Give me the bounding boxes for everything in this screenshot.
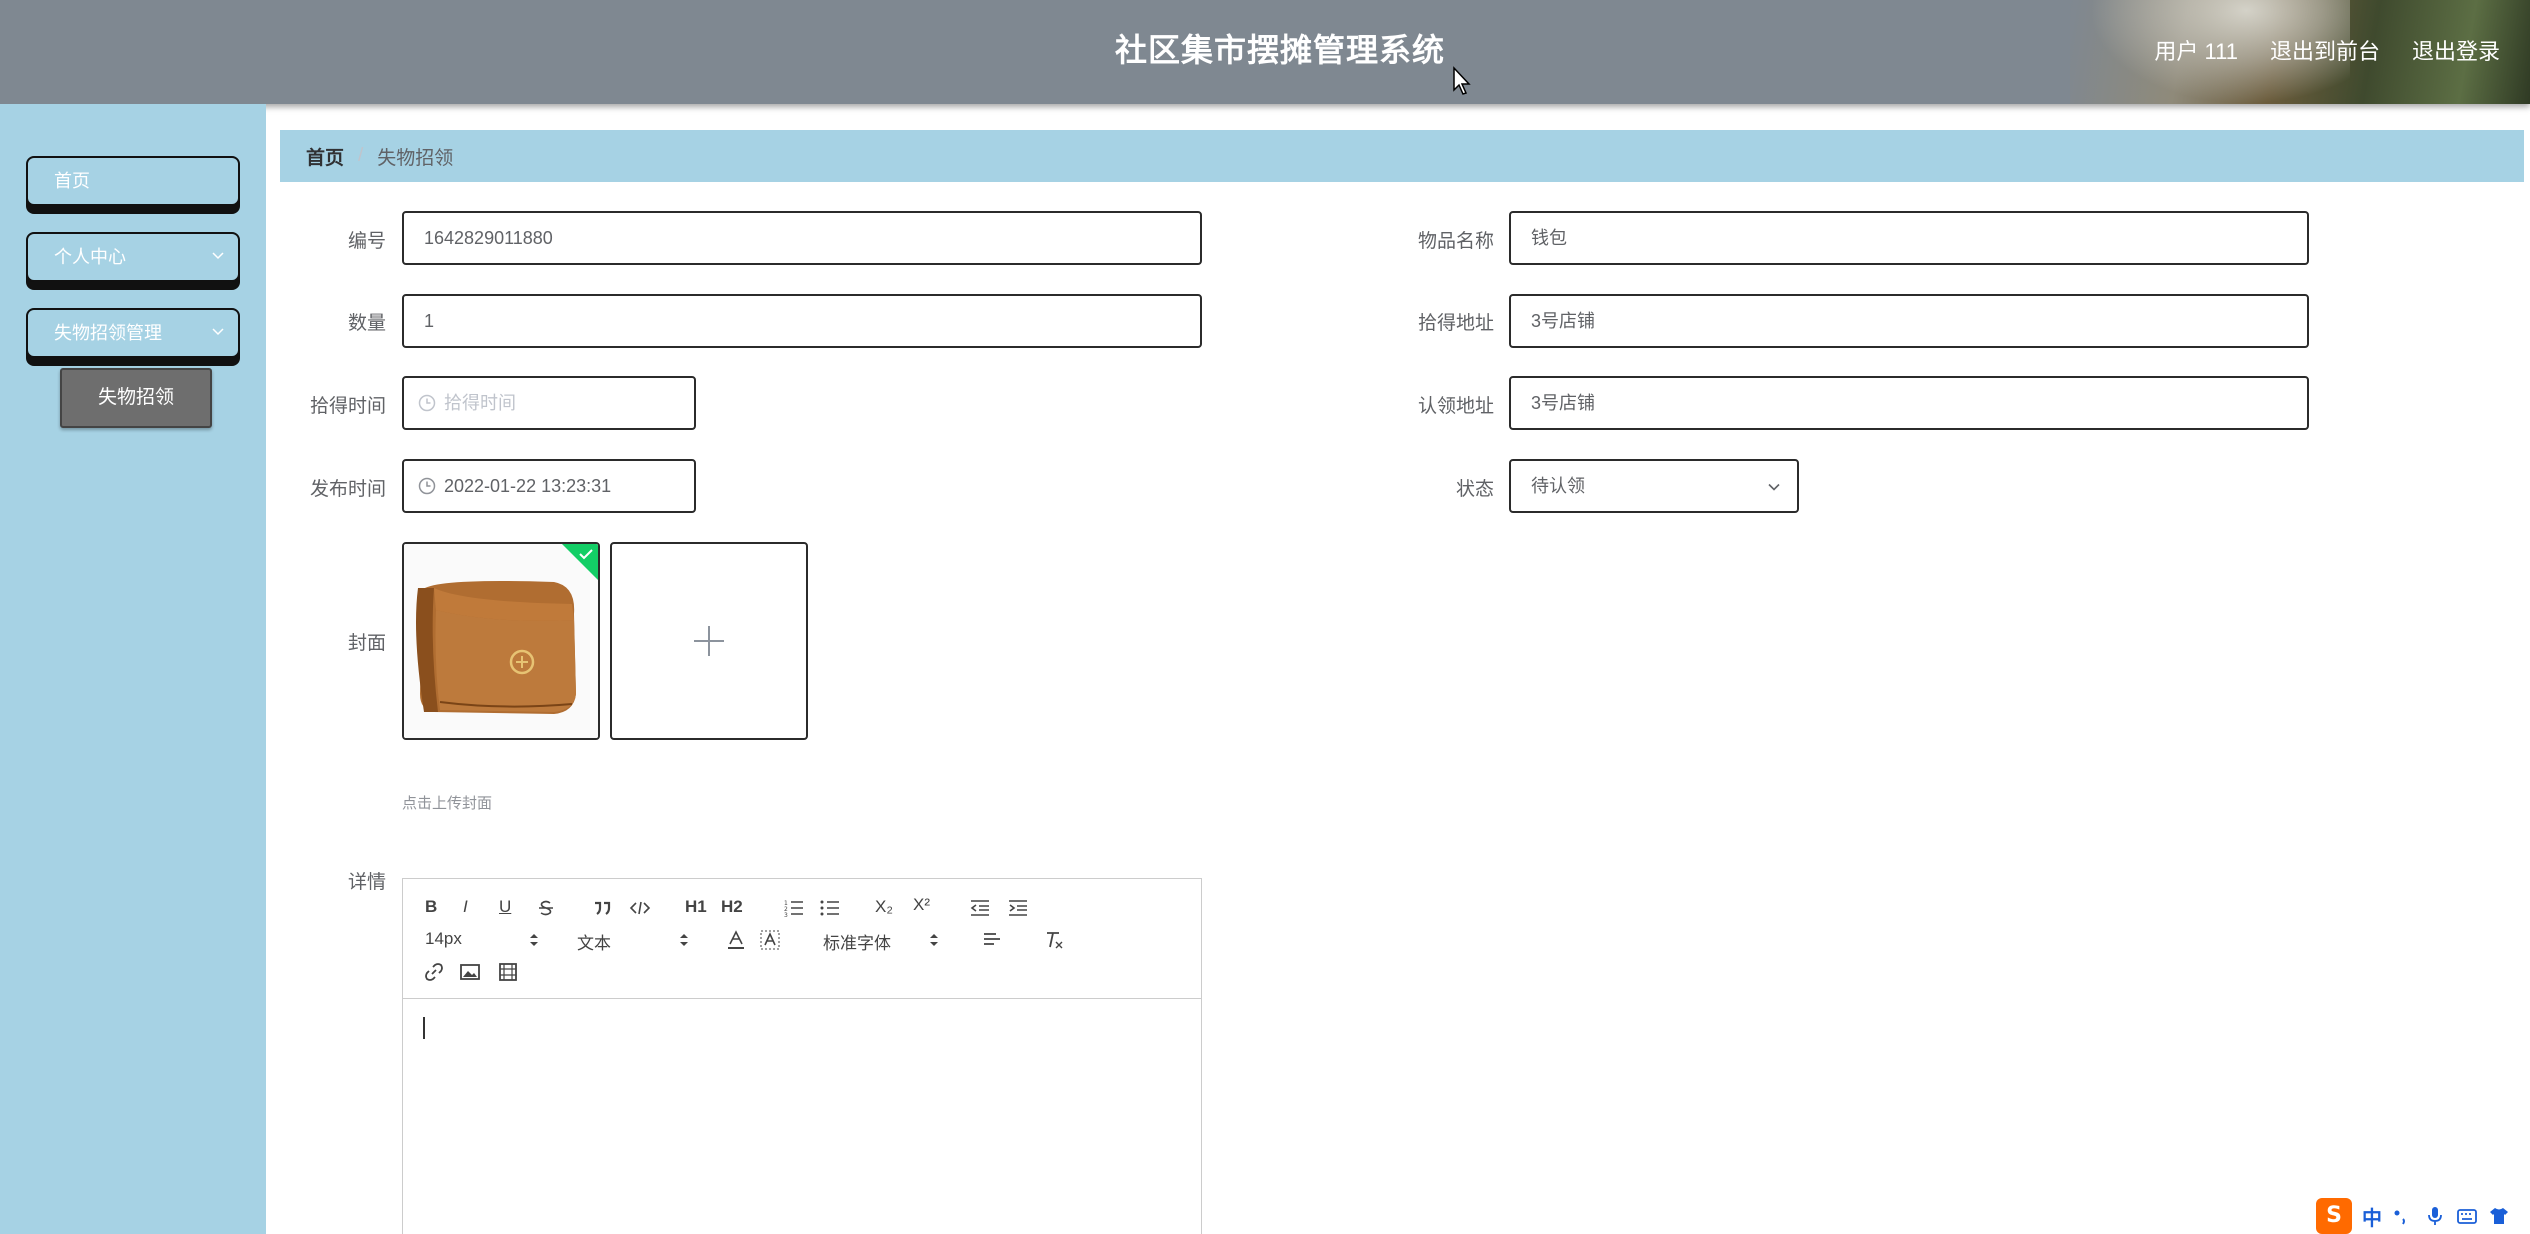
detail-label: 详情 bbox=[347, 872, 386, 893]
chevron-down-icon bbox=[212, 252, 224, 260]
font-size-select[interactable]: 14px bbox=[425, 929, 462, 949]
clock-icon bbox=[418, 394, 436, 412]
font-family-select[interactable]: 标准字体 bbox=[823, 929, 891, 954]
bold-button[interactable]: B bbox=[425, 897, 437, 917]
item-name-label: 物品名称 bbox=[1417, 231, 1494, 252]
found-time-picker[interactable]: 拾得时间 bbox=[402, 376, 696, 430]
clock-icon bbox=[418, 477, 436, 495]
ime-toolbar: S 中 bbox=[2316, 1198, 2530, 1234]
indent-icon[interactable] bbox=[1007, 897, 1029, 919]
chevron-down-icon bbox=[212, 328, 224, 336]
heading2-button[interactable]: H2 bbox=[721, 897, 743, 917]
publish-time-value: 2022-01-22 13:23:31 bbox=[444, 476, 612, 496]
svg-text:3: 3 bbox=[784, 912, 788, 919]
breadcrumb-separator: / bbox=[358, 145, 364, 166]
sidebar-item-personal-center[interactable]: 个人中心 bbox=[26, 232, 240, 282]
exit-to-frontend-link[interactable]: 退出到前台 bbox=[2270, 34, 2380, 66]
sidebar-item-label: 失物招领管理 bbox=[54, 323, 162, 343]
ime-language-toggle[interactable]: 中 bbox=[2362, 1202, 2382, 1231]
font-color-icon[interactable] bbox=[725, 929, 747, 951]
editor-toolbar: B I U H1 H2 123 X₂ X² 14px 文本 标准字体 bbox=[403, 879, 1201, 999]
sidebar: 首页 个人中心 失物招领管理 失物招领 bbox=[0, 104, 266, 1234]
current-user: 用户 111 bbox=[2154, 39, 2238, 64]
cover-upload-tip: 点击上传封面 bbox=[402, 795, 493, 812]
publish-time-picker[interactable]: 2022-01-22 13:23:31 bbox=[402, 459, 696, 513]
select-updown-icon bbox=[930, 934, 938, 946]
text-caret bbox=[423, 1017, 425, 1039]
header-actions: 用户 111 退出到前台 退出登录 bbox=[2154, 0, 2500, 100]
clear-format-icon[interactable] bbox=[1043, 929, 1065, 951]
quantity-field[interactable]: 1 bbox=[402, 294, 1202, 348]
video-icon[interactable] bbox=[497, 961, 519, 983]
found-address-field[interactable]: 3号店铺 bbox=[1509, 294, 2309, 348]
sidebar-item-lost-found-management[interactable]: 失物招领管理 bbox=[26, 308, 240, 358]
select-updown-icon bbox=[680, 934, 688, 946]
top-header: 社区集市摆摊管理系统 用户 111 退出到前台 退出登录 bbox=[0, 0, 2530, 104]
blockquote-icon[interactable] bbox=[591, 897, 613, 919]
publish-time-label: 发布时间 bbox=[309, 479, 386, 500]
heading1-button[interactable]: H1 bbox=[685, 897, 707, 917]
check-icon bbox=[579, 549, 593, 560]
logout-link[interactable]: 退出登录 bbox=[2412, 34, 2500, 66]
strikethrough-icon[interactable] bbox=[535, 897, 557, 919]
claim-address-label: 认领地址 bbox=[1417, 396, 1494, 417]
background-color-icon[interactable] bbox=[759, 929, 781, 951]
breadcrumb-current: 失物招领 bbox=[377, 147, 454, 169]
link-icon[interactable] bbox=[423, 961, 445, 983]
cover-image-thumbnail[interactable] bbox=[402, 542, 600, 740]
skin-icon[interactable] bbox=[2488, 1205, 2510, 1227]
align-left-icon[interactable] bbox=[981, 929, 1003, 951]
breadcrumb: 首页 / 失物招领 bbox=[280, 130, 2524, 182]
keyboard-icon[interactable] bbox=[2456, 1205, 2478, 1227]
subscript-button[interactable]: X₂ bbox=[875, 897, 893, 917]
italic-button[interactable]: I bbox=[463, 897, 468, 917]
sidebar-item-label: 个人中心 bbox=[54, 247, 126, 267]
found-time-label: 拾得时间 bbox=[309, 396, 386, 417]
select-updown-icon bbox=[530, 934, 538, 946]
item-name-field[interactable]: 钱包 bbox=[1509, 211, 2309, 265]
image-icon[interactable] bbox=[459, 961, 481, 983]
status-label: 状态 bbox=[1455, 479, 1494, 500]
breadcrumb-home[interactable]: 首页 bbox=[306, 143, 344, 170]
rich-text-editor[interactable]: B I U H1 H2 123 X₂ X² 14px 文本 标准字体 bbox=[402, 878, 1202, 1234]
found-address-label: 拾得地址 bbox=[1417, 313, 1494, 334]
underline-button[interactable]: U bbox=[499, 897, 511, 917]
number-field[interactable]: 1642829011880 bbox=[402, 211, 1202, 265]
cover-upload-button[interactable] bbox=[610, 542, 808, 740]
punctuation-icon[interactable] bbox=[2392, 1205, 2414, 1227]
status-select[interactable]: 待认领 bbox=[1509, 459, 1799, 513]
cover-label: 封面 bbox=[347, 633, 386, 654]
number-label: 编号 bbox=[347, 231, 386, 252]
text-type-select[interactable]: 文本 bbox=[577, 929, 611, 954]
sidebar-subitem-label: 失物招领 bbox=[97, 387, 174, 408]
sidebar-item-label: 首页 bbox=[54, 171, 90, 191]
app-title: 社区集市摆摊管理系统 bbox=[1114, 32, 1445, 68]
claim-address-field[interactable]: 3号店铺 bbox=[1509, 376, 2309, 430]
mouse-pointer-icon bbox=[1453, 66, 1471, 95]
superscript-button[interactable]: X² bbox=[913, 895, 930, 915]
status-selected-value: 待认领 bbox=[1531, 476, 1585, 496]
ordered-list-icon[interactable]: 123 bbox=[783, 897, 805, 919]
code-block-icon[interactable] bbox=[629, 897, 651, 919]
outdent-icon[interactable] bbox=[969, 897, 991, 919]
chevron-down-icon bbox=[1768, 483, 1780, 491]
sidebar-item-home[interactable]: 首页 bbox=[26, 156, 240, 206]
sidebar-subitem-lost-found[interactable]: 失物招领 bbox=[60, 368, 212, 428]
sogou-logo-icon[interactable]: S bbox=[2316, 1198, 2352, 1234]
bullet-list-icon[interactable] bbox=[819, 897, 841, 919]
quantity-label: 数量 bbox=[347, 313, 386, 334]
microphone-icon[interactable] bbox=[2424, 1205, 2446, 1227]
plus-icon bbox=[694, 626, 724, 656]
found-time-placeholder: 拾得时间 bbox=[444, 393, 516, 413]
